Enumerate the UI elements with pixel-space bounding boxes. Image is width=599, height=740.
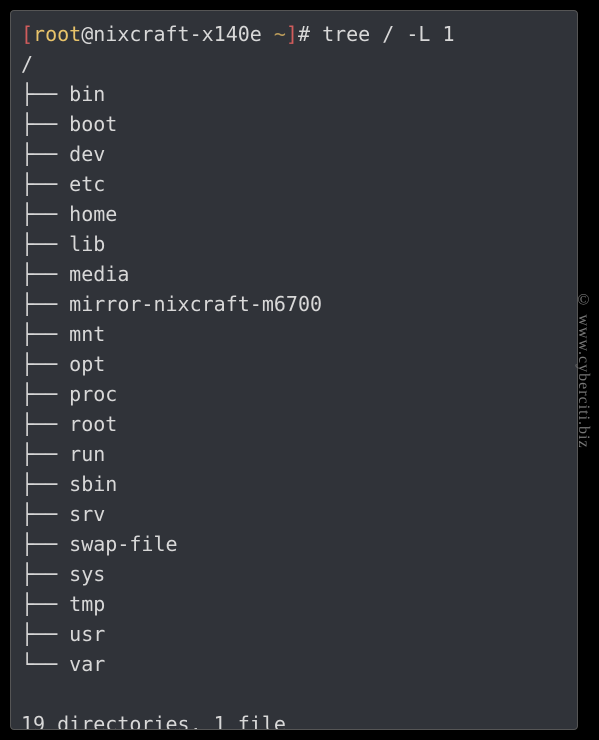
tree-branch-icon: ├── (21, 592, 69, 616)
tree-branch-icon: ├── (21, 442, 69, 466)
tree-branch-icon: ├── (21, 412, 69, 436)
tree-branch-icon: ├── (21, 562, 69, 586)
prompt-bracket-close: ] (286, 22, 298, 46)
tree-entry-name: home (69, 202, 117, 226)
tree-entry-name: sbin (69, 472, 117, 496)
tree-entry: ├── opt (21, 349, 567, 379)
tree-entry-name: dev (69, 142, 105, 166)
tree-entry: ├── usr (21, 619, 567, 649)
tree-entry-name: var (69, 652, 105, 676)
tree-branch-icon: ├── (21, 532, 69, 556)
command-text: tree / -L 1 (322, 22, 454, 46)
tree-entry-name: etc (69, 172, 105, 196)
prompt-host: @nixcraft-x140e (81, 22, 274, 46)
tree-entry-name: lib (69, 232, 105, 256)
tree-branch-icon: ├── (21, 262, 69, 286)
tree-entry: ├── tmp (21, 589, 567, 619)
tree-entry: ├── swap-file (21, 529, 567, 559)
tree-entry: ├── mirror-nixcraft-m6700 (21, 289, 567, 319)
tree-entry-name: root (69, 412, 117, 436)
tree-entry: ├── etc (21, 169, 567, 199)
tree-entry: ├── mnt (21, 319, 567, 349)
tree-entry-name: opt (69, 352, 105, 376)
tree-entry-name: swap-file (69, 532, 177, 556)
tree-branch-icon: ├── (21, 292, 69, 316)
tree-branch-icon: ├── (21, 622, 69, 646)
tree-branch-icon: ├── (21, 382, 69, 406)
tree-entry-name: mnt (69, 322, 105, 346)
blank-line (21, 679, 567, 709)
tree-branch-icon: ├── (21, 502, 69, 526)
watermark-text: © www.cyberciti.biz (571, 291, 595, 448)
tree-entry-name: media (69, 262, 129, 286)
tree-branch-icon: ├── (21, 112, 69, 136)
tree-branch-icon: ├── (21, 322, 69, 346)
tree-entry-name: mirror-nixcraft-m6700 (69, 292, 322, 316)
prompt-bracket-open: [ (21, 22, 33, 46)
tree-entry: ├── sys (21, 559, 567, 589)
tree-entry: ├── home (21, 199, 567, 229)
tree-entry-name: proc (69, 382, 117, 406)
tree-branch-icon: ├── (21, 472, 69, 496)
tree-entry: ├── srv (21, 499, 567, 529)
tree-branch-icon: ├── (21, 142, 69, 166)
prompt-user: root (33, 22, 81, 46)
tree-branch-icon: ├── (21, 202, 69, 226)
tree-entry-name: run (69, 442, 105, 466)
tree-entry-name: usr (69, 622, 105, 646)
tree-entry-name: srv (69, 502, 105, 526)
tree-branch-icon: ├── (21, 82, 69, 106)
tree-branch-icon: ├── (21, 232, 69, 256)
tree-entry: ├── boot (21, 109, 567, 139)
tree-entry: ├── run (21, 439, 567, 469)
tree-entry: ├── lib (21, 229, 567, 259)
tree-branch-icon: ├── (21, 352, 69, 376)
prompt-line-1: [root@nixcraft-x140e ~]# tree / -L 1 (21, 19, 567, 49)
terminal-window[interactable]: [root@nixcraft-x140e ~]# tree / -L 1 / ├… (10, 10, 578, 730)
tree-entry: └── var (21, 649, 567, 679)
tree-entry: ├── bin (21, 79, 567, 109)
tree-entry: ├── proc (21, 379, 567, 409)
prompt-cwd: ~ (274, 22, 286, 46)
tree-branch-icon: ├── (21, 172, 69, 196)
tree-entry: ├── media (21, 259, 567, 289)
prompt-hash: # (298, 22, 322, 46)
tree-root: / (21, 49, 567, 79)
tree-branch-icon: └── (21, 652, 69, 676)
tree-entry-name: sys (69, 562, 105, 586)
tree-entry: ├── sbin (21, 469, 567, 499)
tree-entry: ├── root (21, 409, 567, 439)
tree-output: ├── bin├── boot├── dev├── etc├── home├──… (21, 79, 567, 679)
tree-entry-name: bin (69, 82, 105, 106)
tree-summary: 19 directories, 1 file (21, 709, 567, 730)
tree-entry-name: boot (69, 112, 117, 136)
tree-entry: ├── dev (21, 139, 567, 169)
tree-entry-name: tmp (69, 592, 105, 616)
